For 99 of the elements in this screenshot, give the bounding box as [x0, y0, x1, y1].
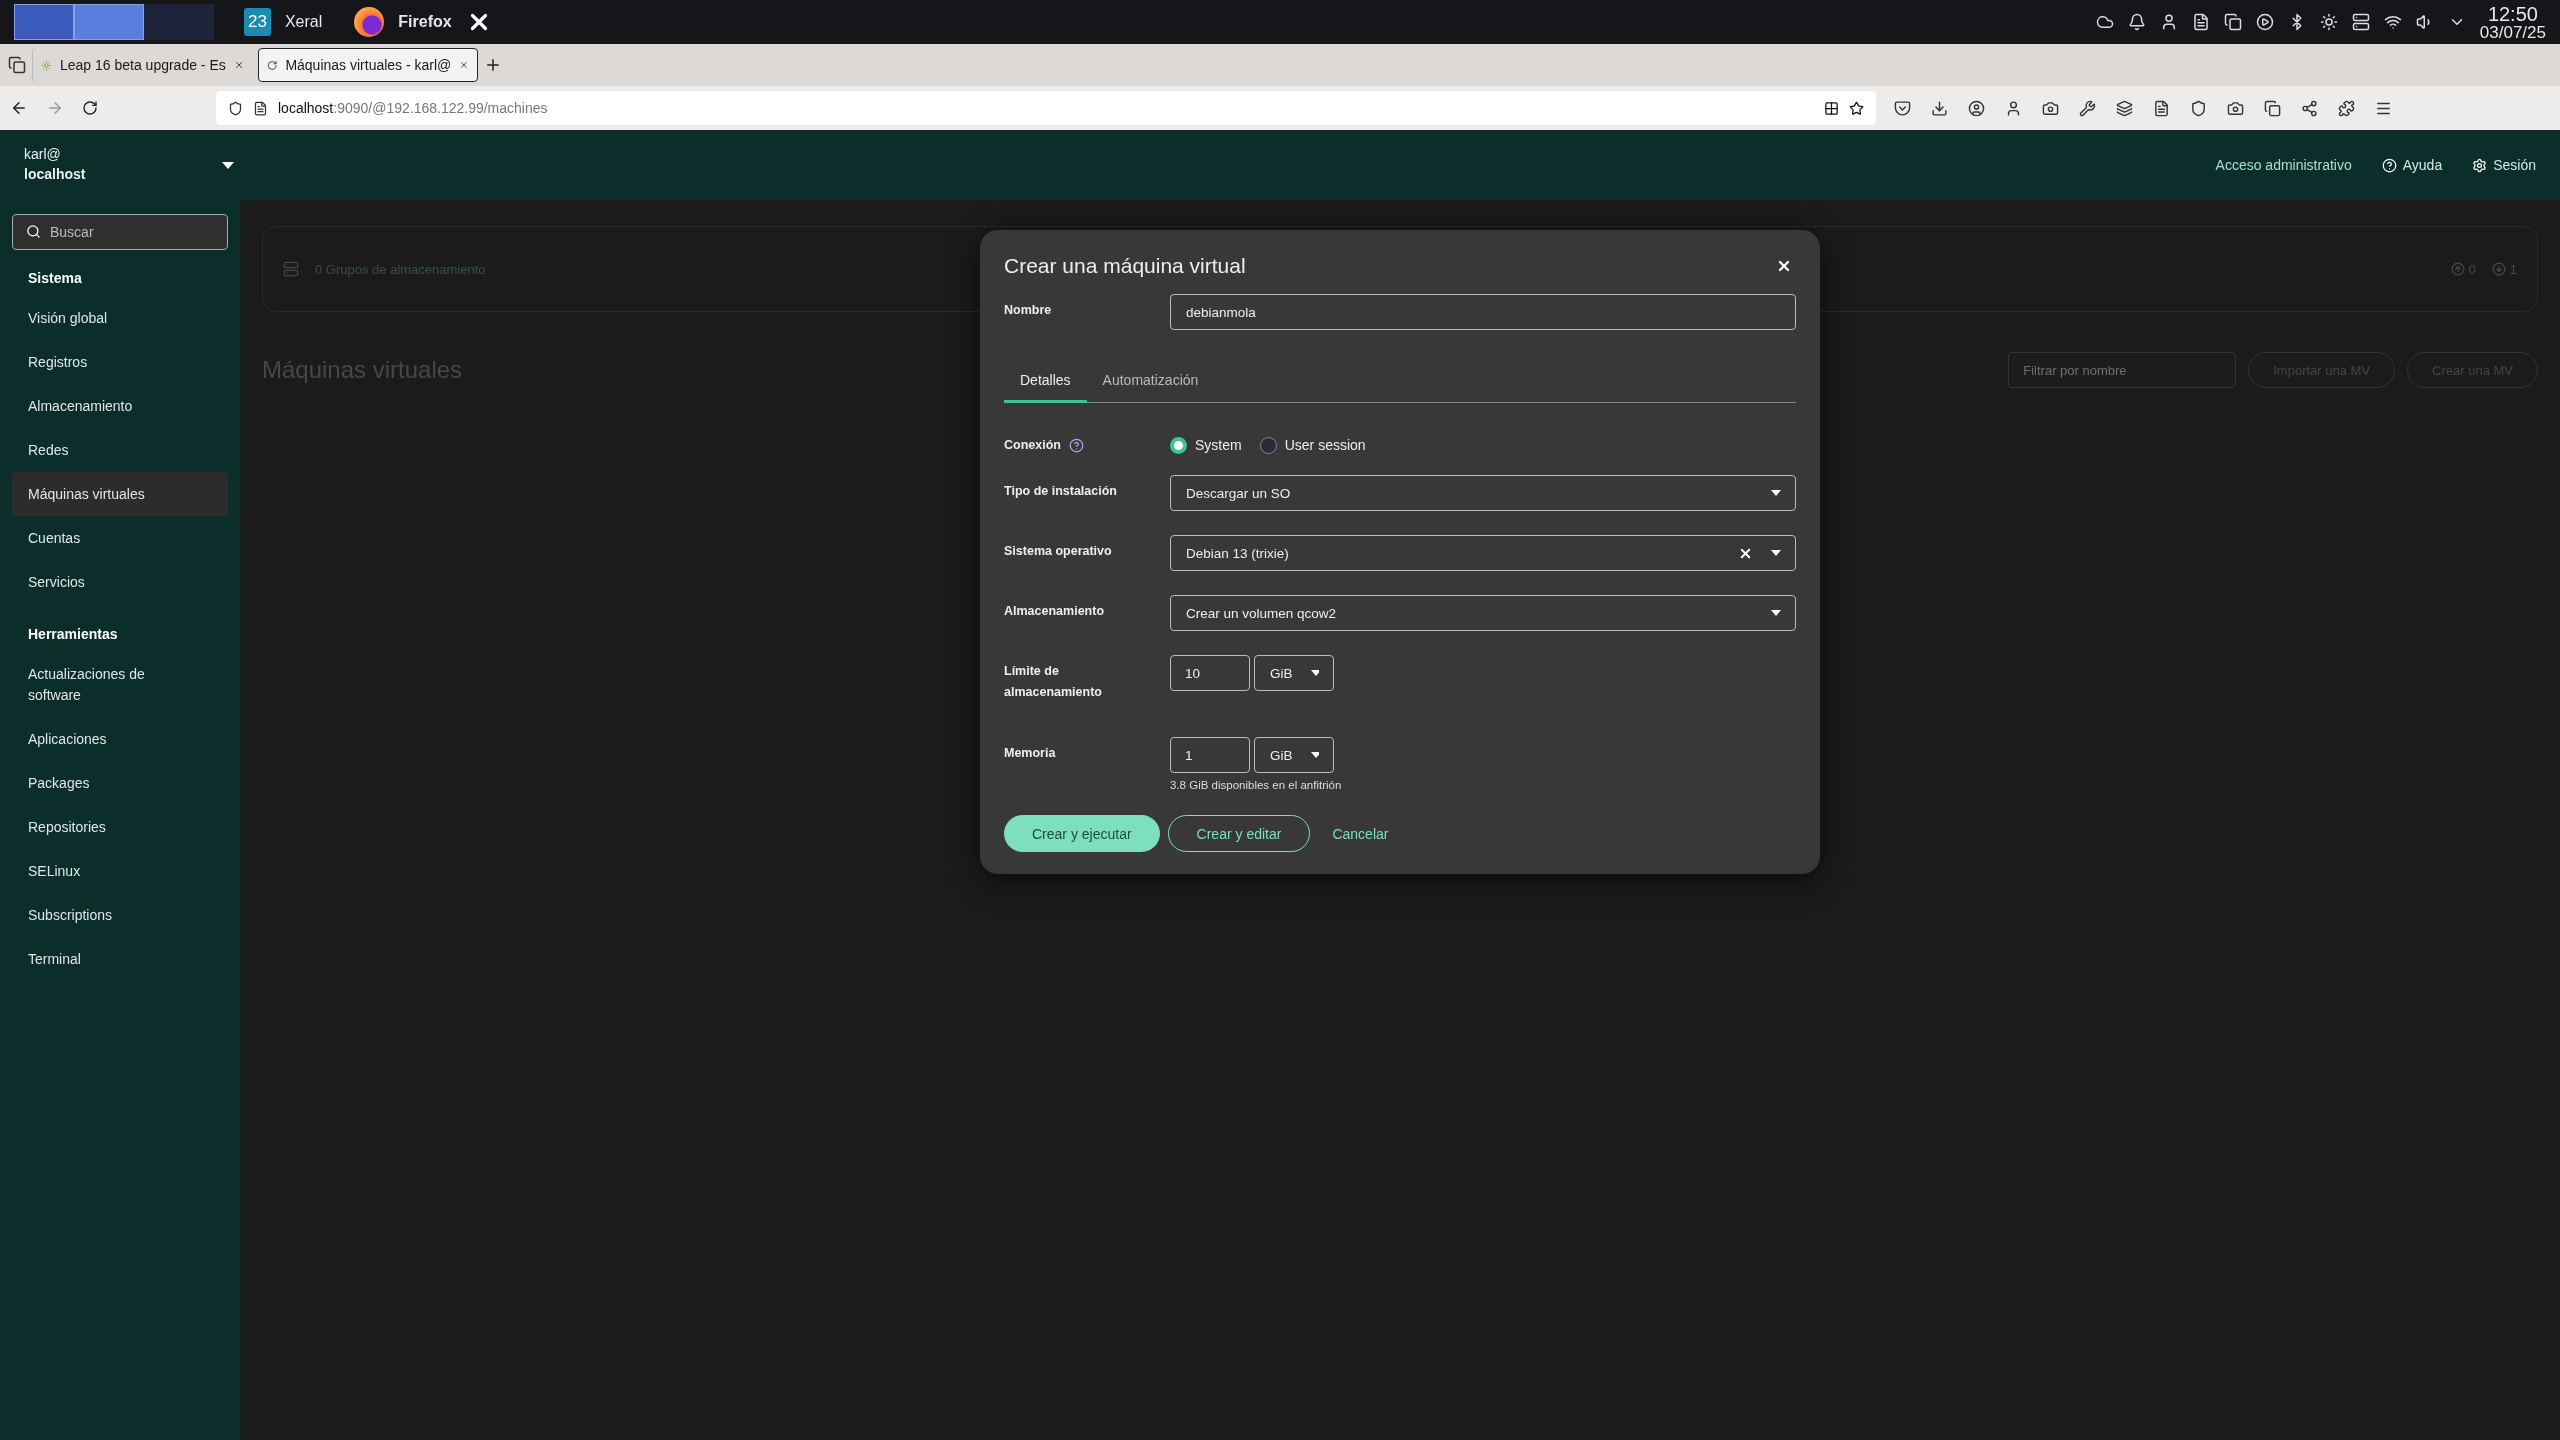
filter-field[interactable]: Filtrar por nombre	[2008, 352, 2237, 388]
section-title: Herramientas	[27, 625, 119, 644]
note-icon[interactable]	[2153, 99, 2170, 117]
camera-icon[interactable]	[2227, 99, 2244, 117]
drive-icon[interactable]	[2351, 13, 2370, 31]
pocket-icon[interactable]	[1894, 99, 1911, 117]
app-label: Xeral	[284, 13, 323, 31]
dialog-title: Crear una máquina virtual	[1004, 254, 1246, 278]
camera-icon[interactable]	[2042, 99, 2059, 117]
shield-icon[interactable]	[2190, 99, 2207, 117]
sidebar-item[interactable]: Almacenamiento	[12, 384, 198, 428]
caret-icon	[1771, 490, 1781, 496]
session-button[interactable]: Sesión	[2472, 157, 2536, 173]
sidebar-item[interactable]: Redes	[12, 428, 198, 472]
star-icon[interactable]	[1849, 100, 1864, 116]
sidebar-item[interactable]: Máquinas virtuales	[12, 472, 228, 516]
sidebar-item[interactable]: Registros	[12, 340, 198, 384]
caret-icon	[222, 161, 234, 169]
grid-icon[interactable]	[1824, 100, 1839, 116]
brightness-icon[interactable]	[2319, 13, 2338, 31]
close-icon	[1776, 258, 1792, 274]
new-tab-icon[interactable]	[484, 56, 502, 74]
field-label: Memoria	[1004, 745, 1056, 762]
back-icon[interactable]	[10, 99, 28, 117]
app-badge[interactable]: 23	[244, 8, 271, 36]
dialog-tab[interactable]: Detalles	[1004, 362, 1087, 403]
sidebar-item[interactable]: Packages	[12, 761, 198, 805]
sidebar-item[interactable]: Servicios	[12, 560, 198, 604]
bell-icon[interactable]	[2127, 13, 2146, 31]
account-icon[interactable]	[1968, 99, 1985, 117]
radio-button[interactable]	[1259, 436, 1277, 454]
field-label: Conexión	[1004, 437, 1061, 454]
cloud-icon[interactable]	[2095, 13, 2114, 31]
help-icon	[2381, 157, 2397, 173]
caret-icon	[1771, 550, 1781, 556]
browser-tab[interactable]: Leap 16 beta upgrade - Es	[32, 48, 252, 82]
action-button[interactable]: Crear y ejecutar	[1004, 815, 1160, 852]
dialog-tab[interactable]: Automatización	[1086, 362, 1215, 403]
clock[interactable]: 12:50 03/07/25	[2479, 3, 2546, 41]
sidebar-item[interactable]: Actualizaciones de software	[12, 652, 198, 717]
wifi-icon[interactable]	[2383, 13, 2402, 31]
tools-icon[interactable]	[2079, 99, 2096, 117]
share-icon[interactable]	[2301, 99, 2318, 117]
host-selector[interactable]: karl@ localhost	[24, 145, 234, 185]
caret-icon	[1310, 670, 1319, 676]
search-field[interactable]: Buscar	[12, 214, 228, 250]
browser-tab[interactable]: Máquinas virtuales - karl@	[258, 48, 478, 82]
window-title: Firefox	[398, 13, 452, 31]
tab-favicon-icon	[41, 57, 52, 73]
layers-icon[interactable]	[2116, 99, 2133, 117]
shield-icon	[228, 100, 243, 116]
name-field[interactable]: debianmola	[1170, 294, 1796, 330]
workspace-pager[interactable]	[14, 4, 214, 40]
play-icon[interactable]	[2255, 13, 2274, 31]
field-label: Nombre	[1004, 302, 1052, 319]
select-field[interactable]: Debian 13 (trixie)	[1170, 535, 1796, 571]
field-label: Sistema operativo	[1004, 543, 1112, 560]
sidebar-item[interactable]: Repositories	[12, 805, 198, 849]
radio-button[interactable]	[1170, 436, 1187, 454]
unit-dropdown[interactable]: GiB	[1254, 655, 1334, 691]
radio-label: User session	[1284, 437, 1366, 453]
field-label: Tipo de instalación	[1004, 483, 1117, 500]
sidebar-item[interactable]: Cuentas	[12, 516, 198, 560]
firefox-icon[interactable]	[354, 7, 385, 37]
download-icon[interactable]	[1931, 99, 1948, 117]
sidebar-item[interactable]: Subscriptions	[12, 893, 198, 937]
help-icon[interactable]	[1068, 438, 1084, 453]
settings-icon	[2472, 157, 2488, 173]
user-icon[interactable]	[2005, 99, 2022, 117]
sidebar-item[interactable]: Terminal	[12, 937, 198, 981]
caret-icon	[1771, 610, 1781, 616]
number-field[interactable]: 10	[1170, 655, 1250, 691]
admin-access-link[interactable]: Acceso administrativo	[2215, 157, 2352, 173]
select-field[interactable]: Crear un volumen qcow2	[1170, 595, 1796, 631]
extensions-icon[interactable]	[2338, 99, 2355, 117]
storage-icon	[283, 261, 299, 277]
field-label: Almacenamiento	[1004, 603, 1105, 620]
unit-dropdown[interactable]: GiB	[1254, 737, 1334, 773]
help-button[interactable]: Ayuda	[2381, 157, 2443, 173]
search-icon	[26, 224, 41, 239]
tab-overview-icon[interactable]	[8, 56, 26, 74]
sidebar-item[interactable]: Aplicaciones	[12, 717, 198, 761]
cancel-link[interactable]: Cancelar	[1318, 815, 1403, 852]
sidebar-item[interactable]: Visión global	[12, 296, 198, 340]
caret-icon	[1310, 752, 1319, 758]
radio-option[interactable]: System	[1170, 436, 1242, 454]
number-field[interactable]: 1	[1170, 737, 1250, 773]
sidebar-item[interactable]: SELinux	[12, 849, 198, 893]
field-label: Límite de almacenamiento	[1004, 663, 1103, 701]
radio-label: System	[1195, 437, 1242, 453]
hint-text: 3.8 GiB disponibles en el anfitrión	[1170, 779, 1343, 791]
radio-option[interactable]: User session	[1259, 436, 1366, 454]
page-icon	[253, 100, 268, 116]
copy-icon[interactable]	[2264, 99, 2281, 117]
section-title: Sistema	[27, 269, 83, 288]
reload-icon[interactable]	[82, 100, 98, 116]
address-bar[interactable]: localhost:9090/@192.168.122.99/machines	[216, 91, 1876, 125]
select-field[interactable]: Descargar un SO	[1170, 475, 1796, 511]
copy-icon[interactable]	[2223, 13, 2242, 31]
